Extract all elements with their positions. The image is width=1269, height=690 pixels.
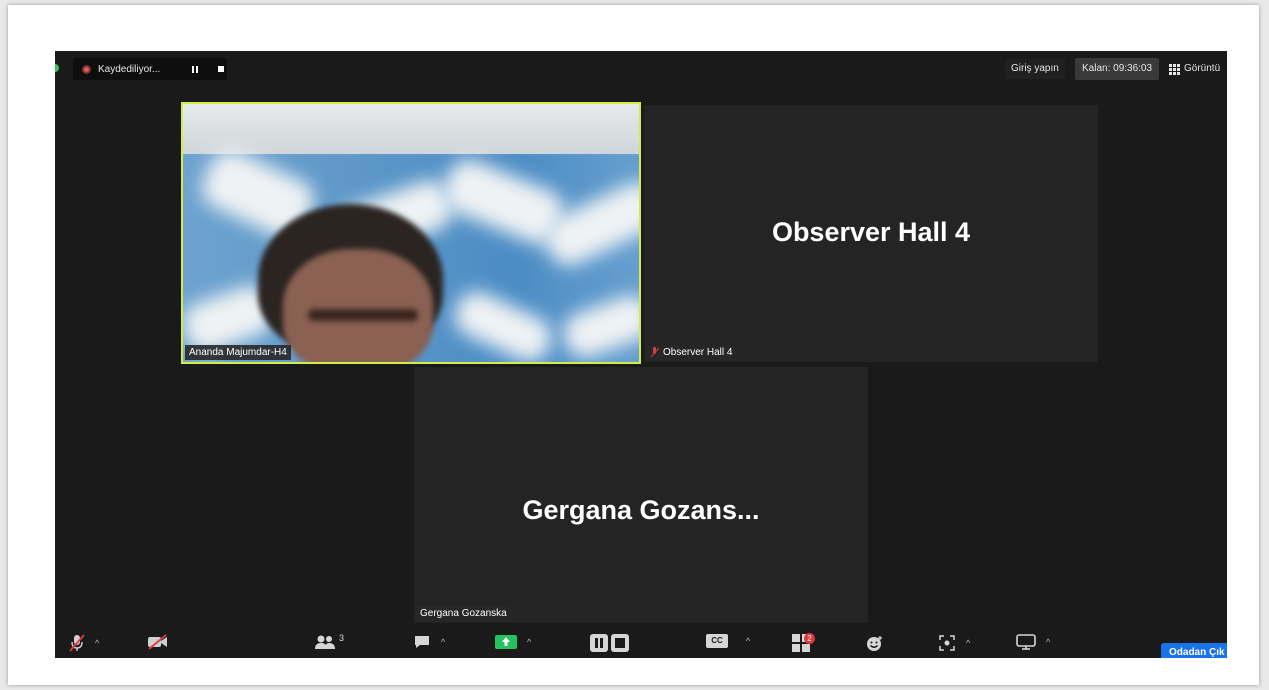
recording-label: Kaydediliyor... (98, 63, 161, 75)
chat-options-chevron-icon[interactable]: ^ (441, 637, 445, 647)
pause-stop-recording-icon (590, 634, 629, 652)
mic-muted-icon (69, 634, 85, 652)
breakout-rooms-icon: 2 (792, 633, 815, 657)
captions-options-chevron-icon[interactable]: ^ (746, 636, 750, 646)
top-bar: Kaydediliyor... Giriş yapın Kalan: 09:36… (55, 51, 1227, 85)
meeting-window: Kaydediliyor... Giriş yapın Kalan: 09:36… (55, 51, 1227, 658)
share-screen-icon (495, 635, 517, 649)
reactions-smiley-icon (867, 636, 882, 651)
participant-name-tag: Gergana Gozanska (416, 606, 511, 621)
share-options-chevron-icon[interactable]: ^ (527, 637, 531, 647)
time-remaining-badge: Kalan: 09:36:03 (1075, 58, 1160, 80)
participant-tile-gergana[interactable]: Gergana Gozans... Gergana Gozanska (414, 367, 868, 623)
recording-dot-icon (82, 64, 91, 74)
apps-icon (939, 635, 955, 651)
leave-room-button[interactable]: Odadan Çık (1161, 643, 1227, 658)
participants-icon (315, 635, 335, 649)
participants-button[interactable]: 3 (314, 633, 345, 650)
breakout-badge: 2 (804, 633, 815, 644)
start-video-button[interactable] (147, 634, 169, 650)
apps-options-chevron-icon[interactable]: ^ (966, 638, 970, 648)
pause-recording-icon[interactable] (192, 65, 198, 73)
participant-name-tag: Observer Hall 4 (646, 345, 737, 360)
participant-name-tag: Ananda Majumdar-H4 (185, 345, 291, 360)
video-off-icon (148, 634, 167, 650)
reactions-button[interactable] (865, 634, 885, 652)
chat-icon (415, 636, 429, 648)
stop-recording-icon[interactable] (218, 66, 224, 72)
breakout-rooms-button[interactable]: 2 (792, 633, 815, 657)
participant-display-name: Gergana Gozans... (522, 495, 760, 525)
view-button[interactable]: Görüntü (1169, 59, 1220, 79)
closed-captions-button[interactable]: CC ^ (706, 634, 750, 648)
participant-tile-observer[interactable]: Observer Hall 4 Observer Hall 4 (644, 105, 1098, 362)
whiteboard-options-chevron-icon[interactable]: ^ (1046, 637, 1050, 647)
audio-options-chevron-icon[interactable]: ^ (95, 638, 99, 648)
participant-display-name: Observer Hall 4 (771, 217, 971, 247)
view-label: Görüntü (1184, 63, 1221, 74)
participants-count: 3 (339, 633, 345, 643)
whiteboard-icon (1016, 634, 1036, 650)
pause-stop-recording-button[interactable] (590, 634, 630, 652)
whiteboard-button[interactable]: ^ (1016, 634, 1050, 650)
screenshot-frame: Kaydediliyor... Giriş yapın Kalan: 09:36… (8, 5, 1259, 685)
share-screen-button[interactable]: ^ (495, 634, 531, 650)
apps-button[interactable]: ^ (938, 634, 970, 652)
captions-label: CC (711, 636, 723, 645)
meeting-toolbar: ^ 3 ^ ^ CC ^ 2 ^ ^ Odadan Çık (55, 628, 1227, 658)
mute-button[interactable]: ^ (69, 634, 99, 652)
sign-in-button[interactable]: Giriş yapın (1005, 59, 1065, 79)
muted-mic-icon (650, 347, 659, 358)
closed-captions-icon: CC (706, 634, 728, 648)
security-shield-icon[interactable] (55, 64, 59, 72)
video-feed (183, 104, 639, 362)
participant-video-tile[interactable]: Ananda Majumdar-H4 (181, 102, 641, 364)
recording-indicator: Kaydediliyor... (73, 58, 227, 80)
participant-name: Observer Hall 4 (663, 347, 733, 358)
chat-button[interactable]: ^ (413, 634, 445, 650)
grid-view-icon (1169, 63, 1180, 75)
